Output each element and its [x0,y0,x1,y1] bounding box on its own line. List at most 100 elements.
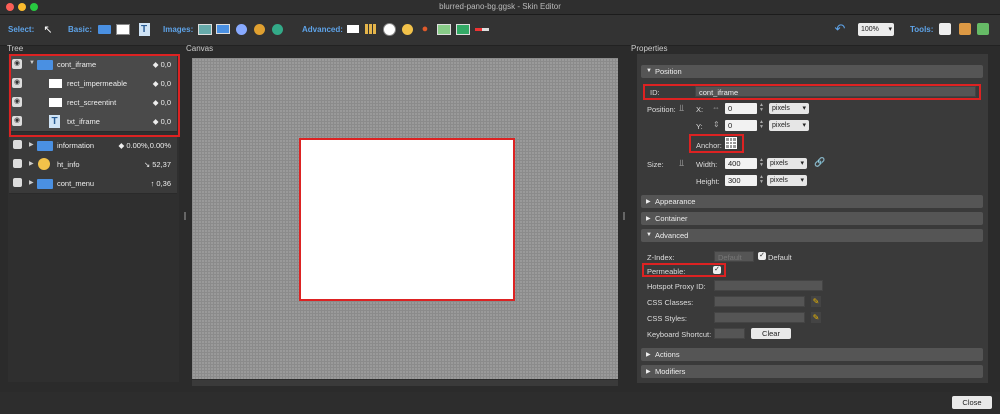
zoom-select[interactable]: 100% ▾ [858,23,894,36]
tree-item-position: ↘ 52,37 [143,160,171,169]
pencil-icon[interactable]: ✎ [811,296,821,307]
splitter-handle[interactable] [184,212,186,220]
section-container[interactable]: ▶ Container [641,212,983,225]
width-input[interactable]: 400 [725,158,757,169]
cloner-icon[interactable] [252,22,266,36]
y-stepper[interactable]: ▲ ▼ [758,120,765,131]
folder-icon [37,141,53,151]
x-stepper[interactable]: ▲ ▼ [758,103,765,114]
unit-value: pixels [770,160,788,167]
text-icon[interactable]: T [137,22,151,36]
section-title: Position [655,67,682,76]
width-stepper[interactable]: ▲ ▼ [758,158,765,169]
tree-panel-title: Tree [7,44,24,53]
globe-icon[interactable] [270,22,284,36]
y-input[interactable]: 0 [725,120,757,131]
section-title: Advanced [655,231,689,240]
tree-item-information[interactable]: ▶ information ◆ 0.00%,0.00% [9,136,177,156]
clear-button[interactable]: Clear [751,328,791,339]
highlight-box [642,263,726,277]
chain-link-icon[interactable]: 🔗 [814,157,825,168]
chevron-right-icon[interactable]: ▶ [29,141,34,148]
grid-icon[interactable] [364,22,378,36]
zindex-default-label: Default [768,253,792,262]
css-classes-input[interactable] [714,296,805,307]
link-size-icon[interactable]: ⫫ [679,158,684,169]
height-input[interactable]: 300 [725,175,757,186]
rectangle-icon[interactable] [116,22,130,36]
highlight-box [689,134,744,153]
highlight-box [643,84,981,100]
tree-item-ht-info[interactable]: ▶ ht_info ↘ 52,37 [9,155,177,175]
canvas-scrollbar[interactable] [192,380,618,386]
zindex-default-checkbox[interactable]: ✓ [758,252,766,260]
timer-icon[interactable] [382,22,396,36]
chevron-down-icon: ▼ [646,68,652,74]
chevron-down-icon: ▾ [802,122,806,129]
selected-element-preview[interactable] [299,138,515,301]
x-unit-select[interactable]: pixels ▾ [769,103,809,114]
properties-panel-title: Properties [631,44,668,53]
splitter-handle[interactable] [623,212,625,220]
pencil-icon[interactable]: ✎ [811,312,821,323]
visibility-checkbox[interactable] [13,178,22,187]
css-styles-input[interactable] [714,312,805,323]
tree-item-cont-menu[interactable]: ▶ cont_menu ↑ 0,36 [9,174,177,194]
chevron-right-icon: ▶ [646,216,651,222]
tree-item-position: ◆ 0.00%,0.00% [118,141,171,150]
height-stepper[interactable]: ▲ ▼ [758,175,765,186]
x-input[interactable]: 0 [725,103,757,114]
chevron-right-icon[interactable]: ▶ [29,179,34,186]
tree-item-position: ↑ 0,36 [150,179,171,188]
section-advanced[interactable]: ▼ Advanced [641,229,983,242]
visibility-checkbox[interactable] [13,140,22,149]
chevron-down-icon: ▾ [800,177,804,184]
section-title: Container [655,214,688,223]
section-modifiers[interactable]: ▶ Modifiers [641,365,983,378]
keyboard-shortcut-input[interactable] [714,328,745,339]
pointer-icon[interactable]: ↖ [41,22,55,36]
height-unit-select[interactable]: pixels ▾ [767,175,807,186]
width-unit-select[interactable]: pixels ▾ [767,158,807,169]
map-icon[interactable] [437,22,451,36]
chevron-right-icon[interactable]: ▶ [29,160,34,167]
hotspot-proxy-label: Hotspot Proxy ID: [647,282,706,291]
tree-item-label: information [57,141,95,150]
tools-label: Tools: [910,25,934,34]
section-actions[interactable]: ▶ Actions [641,348,983,361]
user-data-tool-icon[interactable] [976,22,990,36]
map-pin-icon[interactable]: ● [418,22,432,36]
compass-icon[interactable] [400,22,414,36]
section-title: Modifiers [655,367,686,376]
close-button[interactable]: Close [952,396,992,409]
folder-icon[interactable] [97,22,111,36]
hotspot-proxy-input[interactable] [714,280,823,291]
zoom-value: 100% [861,26,879,33]
unit-value: pixels [772,122,790,129]
image-icon[interactable] [198,22,212,36]
chevron-down-icon: ▾ [888,26,892,33]
text-box-icon[interactable] [346,22,360,36]
width-label: Width: [696,160,718,169]
undo-icon[interactable]: ↶ [833,21,847,36]
skin-tool-icon[interactable] [938,22,952,36]
zindex-input[interactable]: Default [714,251,754,262]
advanced-label: Advanced: [302,25,343,34]
section-appearance[interactable]: ▶ Appearance [641,195,983,208]
progress-bar-icon[interactable] [475,22,489,36]
wizard-tool-icon[interactable] [958,22,972,36]
canvas-panel-title: Canvas [186,44,214,53]
horizontal-arrows-icon: ⇔ [712,103,720,112]
y-label: Y: [696,122,703,131]
chevron-down-icon: ▼ [646,232,652,238]
section-position[interactable]: ▼ Position [641,65,983,78]
chevron-down-icon: ▾ [802,105,806,112]
height-label: Height: [696,177,720,186]
video-icon[interactable] [456,22,470,36]
position-label: Position: [647,105,676,114]
y-unit-select[interactable]: pixels ▾ [769,120,809,131]
visibility-checkbox[interactable] [13,159,22,168]
button-image-icon[interactable] [216,22,230,36]
svg-icon[interactable] [234,22,248,36]
link-position-icon[interactable]: ⫫ [679,103,684,114]
